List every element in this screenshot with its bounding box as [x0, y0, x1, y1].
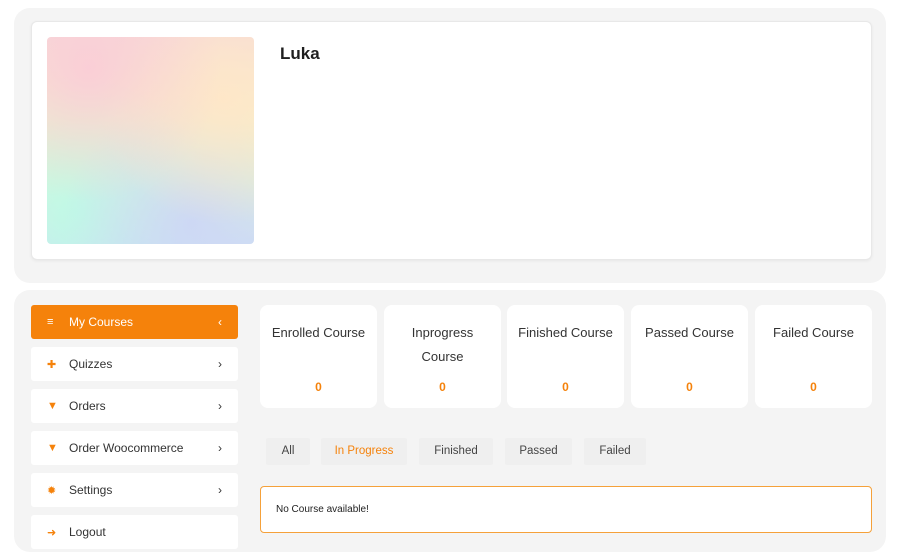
stat-value: 0 — [439, 380, 446, 394]
stat-card-inprogress: Inprogress Course 0 — [384, 305, 501, 408]
tab-in-progress[interactable]: In Progress — [321, 438, 407, 465]
puzzle-icon: ✚ — [47, 358, 57, 371]
stat-label: Passed Course — [645, 325, 734, 340]
menu-item-label: Logout — [69, 525, 106, 539]
stat-value: 0 — [562, 380, 569, 394]
stat-label: Enrolled Course — [271, 325, 366, 340]
stat-value: 0 — [686, 380, 693, 394]
menu-item-label: Order Woocommerce — [69, 441, 184, 455]
profile-name: Luka — [280, 44, 320, 63]
tab-passed[interactable]: Passed — [505, 438, 572, 465]
stat-card-passed: Passed Course 0 — [631, 305, 748, 408]
menu-item-logout[interactable]: ➜ Logout — [31, 515, 238, 549]
chevron-left-icon: ‹ — [218, 315, 222, 329]
stat-card-finished: Finished Course 0 — [507, 305, 624, 408]
menu-item-label: Orders — [69, 399, 106, 413]
list-icon: ≡ — [47, 316, 54, 328]
cart-icon: ▼ — [47, 442, 58, 454]
menu-item-label: Quizzes — [69, 357, 113, 371]
stat-value: 0 — [810, 380, 817, 394]
chevron-right-icon: › — [218, 357, 222, 371]
menu-item-label: My Courses — [69, 315, 134, 329]
menu-item-order-woocommerce[interactable]: ▼ Order Woocommerce › — [31, 431, 238, 465]
chevron-right-icon: › — [218, 441, 222, 455]
menu-item-my-courses[interactable]: ≡ My Courses ‹ — [31, 305, 238, 339]
menu-item-settings[interactable]: ✹ Settings › — [31, 473, 238, 507]
tab-failed[interactable]: Failed — [584, 438, 646, 465]
profile-avatar — [47, 37, 254, 244]
menu-item-label: Settings — [69, 483, 113, 497]
empty-course-message: No Course available! — [260, 486, 872, 533]
gear-icon: ✹ — [47, 484, 57, 497]
stat-label: Inprogress Course — [411, 325, 474, 364]
stat-card-failed: Failed Course 0 — [755, 305, 872, 408]
menu-item-orders[interactable]: ▼ Orders › — [31, 389, 238, 423]
stat-label: Finished Course — [518, 325, 613, 340]
menu-item-quizzes[interactable]: ✚ Quizzes › — [31, 347, 238, 381]
cart-icon: ▼ — [47, 400, 58, 412]
stat-value: 0 — [315, 380, 322, 394]
stat-card-enrolled: Enrolled Course 0 — [260, 305, 377, 408]
logout-icon: ➜ — [47, 526, 57, 539]
tab-finished[interactable]: Finished — [419, 438, 493, 465]
tab-all[interactable]: All — [266, 438, 310, 465]
stat-label: Failed Course — [773, 325, 854, 340]
chevron-right-icon: › — [218, 399, 222, 413]
chevron-right-icon: › — [218, 483, 222, 497]
